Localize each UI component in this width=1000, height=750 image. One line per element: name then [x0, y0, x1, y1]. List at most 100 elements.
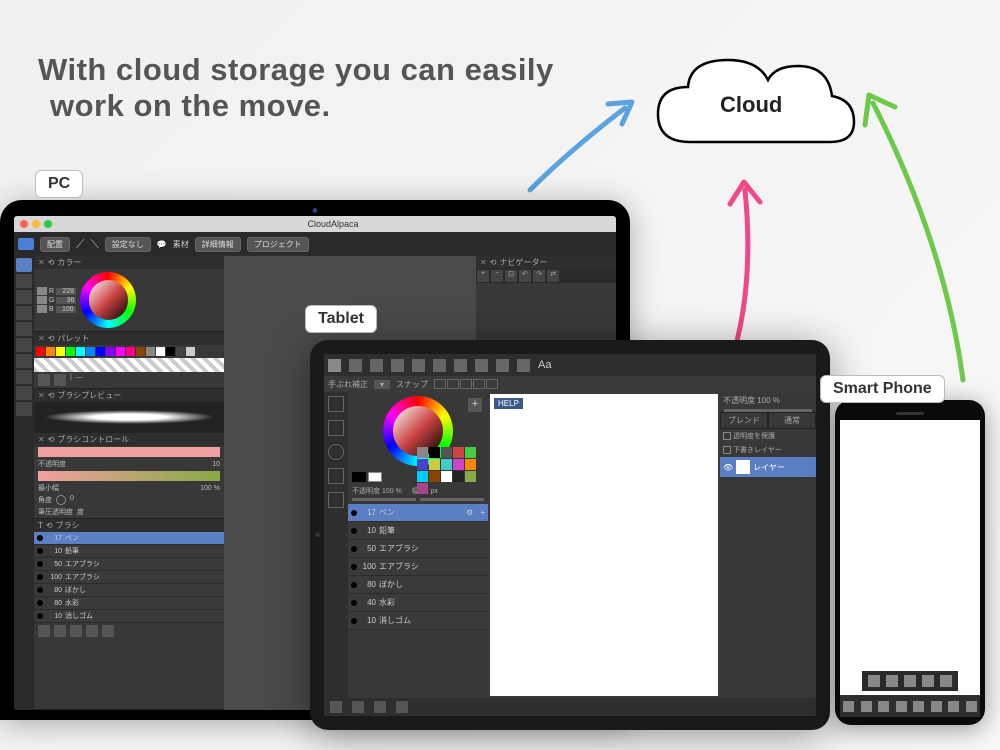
correction-dropdown[interactable]: ▾ — [374, 380, 390, 389]
swatch[interactable] — [441, 447, 452, 458]
swatch[interactable] — [429, 471, 440, 482]
swatch[interactable] — [176, 347, 185, 356]
swatch[interactable] — [126, 347, 135, 356]
text-icon[interactable]: Aa — [538, 359, 551, 372]
opacity-bar[interactable] — [38, 447, 220, 457]
project-button[interactable]: プロジェクト — [247, 237, 309, 252]
swatch[interactable] — [453, 471, 464, 482]
help-badge[interactable]: HELP — [494, 398, 523, 409]
brush-item[interactable]: 100エアブラシ — [348, 558, 488, 576]
brush-item[interactable]: 10消しゴム — [34, 610, 224, 623]
color-wheel[interactable] — [80, 272, 136, 328]
rect-icon[interactable] — [370, 359, 383, 372]
brush-item[interactable]: 80ぼかし — [34, 584, 224, 597]
zoom-in-icon[interactable]: + — [477, 270, 489, 282]
brush-tool-icon[interactable] — [16, 258, 32, 272]
phone-palette-icon[interactable] — [878, 701, 889, 712]
bg-color[interactable] — [368, 472, 382, 482]
settings-button[interactable]: 設定なし — [105, 237, 151, 252]
phone-hand-icon[interactable] — [931, 701, 942, 712]
swatch[interactable] — [166, 347, 175, 356]
brush-item[interactable]: 40水彩 — [348, 594, 488, 612]
brush-item[interactable]: 10鉛筆 — [348, 522, 488, 540]
zoom-out-icon[interactable]: − — [491, 270, 503, 282]
up-icon[interactable] — [328, 468, 344, 484]
close-button[interactable] — [20, 220, 28, 228]
line-icon[interactable] — [349, 359, 362, 372]
palette[interactable] — [34, 345, 224, 358]
phone-redo-icon[interactable] — [913, 701, 924, 712]
divide-icon[interactable] — [496, 359, 509, 372]
layout-button[interactable]: 配置 — [40, 237, 70, 252]
swatch[interactable] — [156, 347, 165, 356]
flip-icon[interactable]: ⇄ — [547, 270, 559, 282]
brush-up-icon[interactable] — [86, 625, 98, 637]
brush-add-icon[interactable] — [38, 625, 50, 637]
crop-icon[interactable] — [330, 701, 342, 713]
phone-layers-icon[interactable] — [948, 701, 959, 712]
swatch[interactable] — [465, 459, 476, 470]
phone-undo-icon[interactable] — [896, 701, 907, 712]
swatch[interactable] — [96, 347, 105, 356]
swatch[interactable] — [86, 347, 95, 356]
brush-del-icon[interactable] — [70, 625, 82, 637]
blend-mode[interactable]: 通常 — [768, 412, 816, 429]
transform-icon[interactable] — [475, 359, 488, 372]
phone-brush-icon[interactable] — [843, 701, 854, 712]
opacity-slider[interactable] — [352, 498, 416, 501]
phone-move-icon[interactable] — [940, 675, 952, 687]
gradient-icon[interactable] — [412, 359, 425, 372]
brush-item[interactable]: 80水彩 — [34, 597, 224, 610]
lasso-tool-icon[interactable] — [16, 338, 32, 352]
swatch[interactable] — [76, 347, 85, 356]
snap-curve-icon[interactable] — [486, 379, 498, 389]
swatch[interactable] — [417, 471, 428, 482]
pencil-icon[interactable] — [328, 359, 341, 372]
wand-icon[interactable] — [454, 359, 467, 372]
redo-icon[interactable] — [328, 420, 344, 436]
r-value[interactable]: 228 — [56, 288, 76, 295]
maximize-button[interactable] — [44, 220, 52, 228]
palette-add-icon[interactable] — [38, 374, 50, 386]
fill-tool-icon[interactable] — [16, 306, 32, 320]
grid-icon[interactable] — [374, 701, 386, 713]
brush-down-icon[interactable] — [102, 625, 114, 637]
swatch[interactable] — [36, 347, 45, 356]
swatch[interactable] — [66, 347, 75, 356]
minimize-button[interactable] — [32, 220, 40, 228]
swatch[interactable] — [429, 459, 440, 470]
swatch[interactable] — [465, 447, 476, 458]
text-tool-icon[interactable] — [16, 370, 32, 384]
select-tool-icon[interactable] — [16, 322, 32, 336]
brush-dup-icon[interactable] — [54, 625, 66, 637]
width-bar[interactable] — [38, 471, 220, 481]
draft-checkbox[interactable] — [723, 446, 731, 454]
swatch[interactable] — [186, 347, 195, 356]
info-button[interactable]: 詳細情報 — [195, 237, 241, 252]
add-palette-icon[interactable]: + — [468, 398, 482, 412]
brush-item[interactable]: 17ペン⚙+ — [348, 504, 488, 522]
wand-tool-icon[interactable] — [16, 354, 32, 368]
select-icon[interactable] — [433, 359, 446, 372]
tablet-canvas[interactable]: HELP — [490, 394, 718, 696]
swatch[interactable] — [441, 459, 452, 470]
protect-alpha-checkbox[interactable] — [723, 432, 731, 440]
eyedropper-icon[interactable] — [16, 386, 32, 400]
brush-item[interactable]: 50エアブラシ — [34, 558, 224, 571]
phone-select-icon[interactable] — [904, 675, 916, 687]
material-button[interactable]: 素材 — [173, 239, 189, 250]
phone-eraser2-icon[interactable] — [861, 701, 872, 712]
fg-color[interactable] — [352, 472, 366, 482]
move-tool-icon[interactable] — [16, 290, 32, 304]
brush-item[interactable]: 17ペン — [34, 532, 224, 545]
snap-grid-icon[interactable] — [434, 379, 446, 389]
layer-item[interactable]: 👁レイヤー — [720, 457, 816, 477]
swatch[interactable] — [56, 347, 65, 356]
snap-vanish-icon[interactable] — [473, 379, 485, 389]
cloud-sync-icon[interactable] — [18, 238, 34, 250]
fit-icon[interactable]: ⊡ — [505, 270, 517, 282]
brush-item[interactable]: 50エアブラシ — [348, 540, 488, 558]
brush-item[interactable]: 10鉛筆 — [34, 545, 224, 558]
phone-settings-icon[interactable] — [966, 701, 977, 712]
hand-tool-icon[interactable] — [16, 402, 32, 416]
